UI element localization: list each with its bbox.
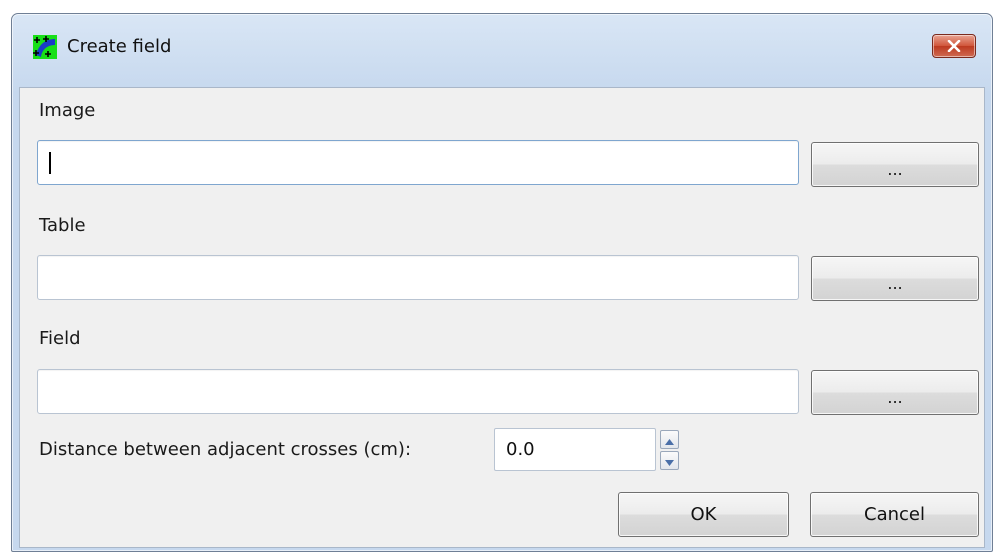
arrow-down-icon (665, 450, 674, 471)
close-icon (947, 36, 961, 57)
cancel-label: Cancel (864, 504, 925, 525)
crosses-field-icon (33, 35, 57, 59)
distance-spinner (660, 430, 679, 470)
spin-down-button[interactable] (660, 451, 679, 470)
field-input[interactable] (37, 369, 799, 414)
window-title: Create field (67, 36, 172, 57)
field-label: Field (39, 328, 81, 349)
field-browse-label: ... (887, 388, 903, 407)
distance-value: 0.0 (506, 439, 535, 460)
spin-up-button[interactable] (660, 430, 679, 449)
ok-button[interactable]: OK (618, 492, 789, 537)
title-bar[interactable]: Create field (12, 14, 992, 59)
text-caret (49, 152, 51, 174)
dialog-window: Create field Image ... Table ... Field .… (11, 13, 993, 552)
field-browse-button[interactable]: ... (811, 370, 979, 415)
table-label: Table (39, 215, 86, 236)
close-button[interactable] (932, 34, 976, 58)
image-browse-button[interactable]: ... (811, 142, 979, 187)
image-browse-label: ... (887, 160, 903, 179)
arrow-up-icon (665, 429, 674, 450)
dialog-body: Image ... Table ... Field ... Distance b… (19, 87, 985, 548)
distance-input[interactable]: 0.0 (494, 428, 656, 471)
table-input[interactable] (37, 255, 799, 300)
image-label: Image (39, 100, 96, 121)
distance-label: Distance between adjacent crosses (cm): (39, 439, 412, 460)
cancel-button[interactable]: Cancel (810, 492, 979, 537)
ok-label: OK (690, 504, 717, 525)
table-browse-label: ... (887, 274, 903, 293)
table-browse-button[interactable]: ... (811, 256, 979, 301)
image-input[interactable] (37, 140, 799, 185)
